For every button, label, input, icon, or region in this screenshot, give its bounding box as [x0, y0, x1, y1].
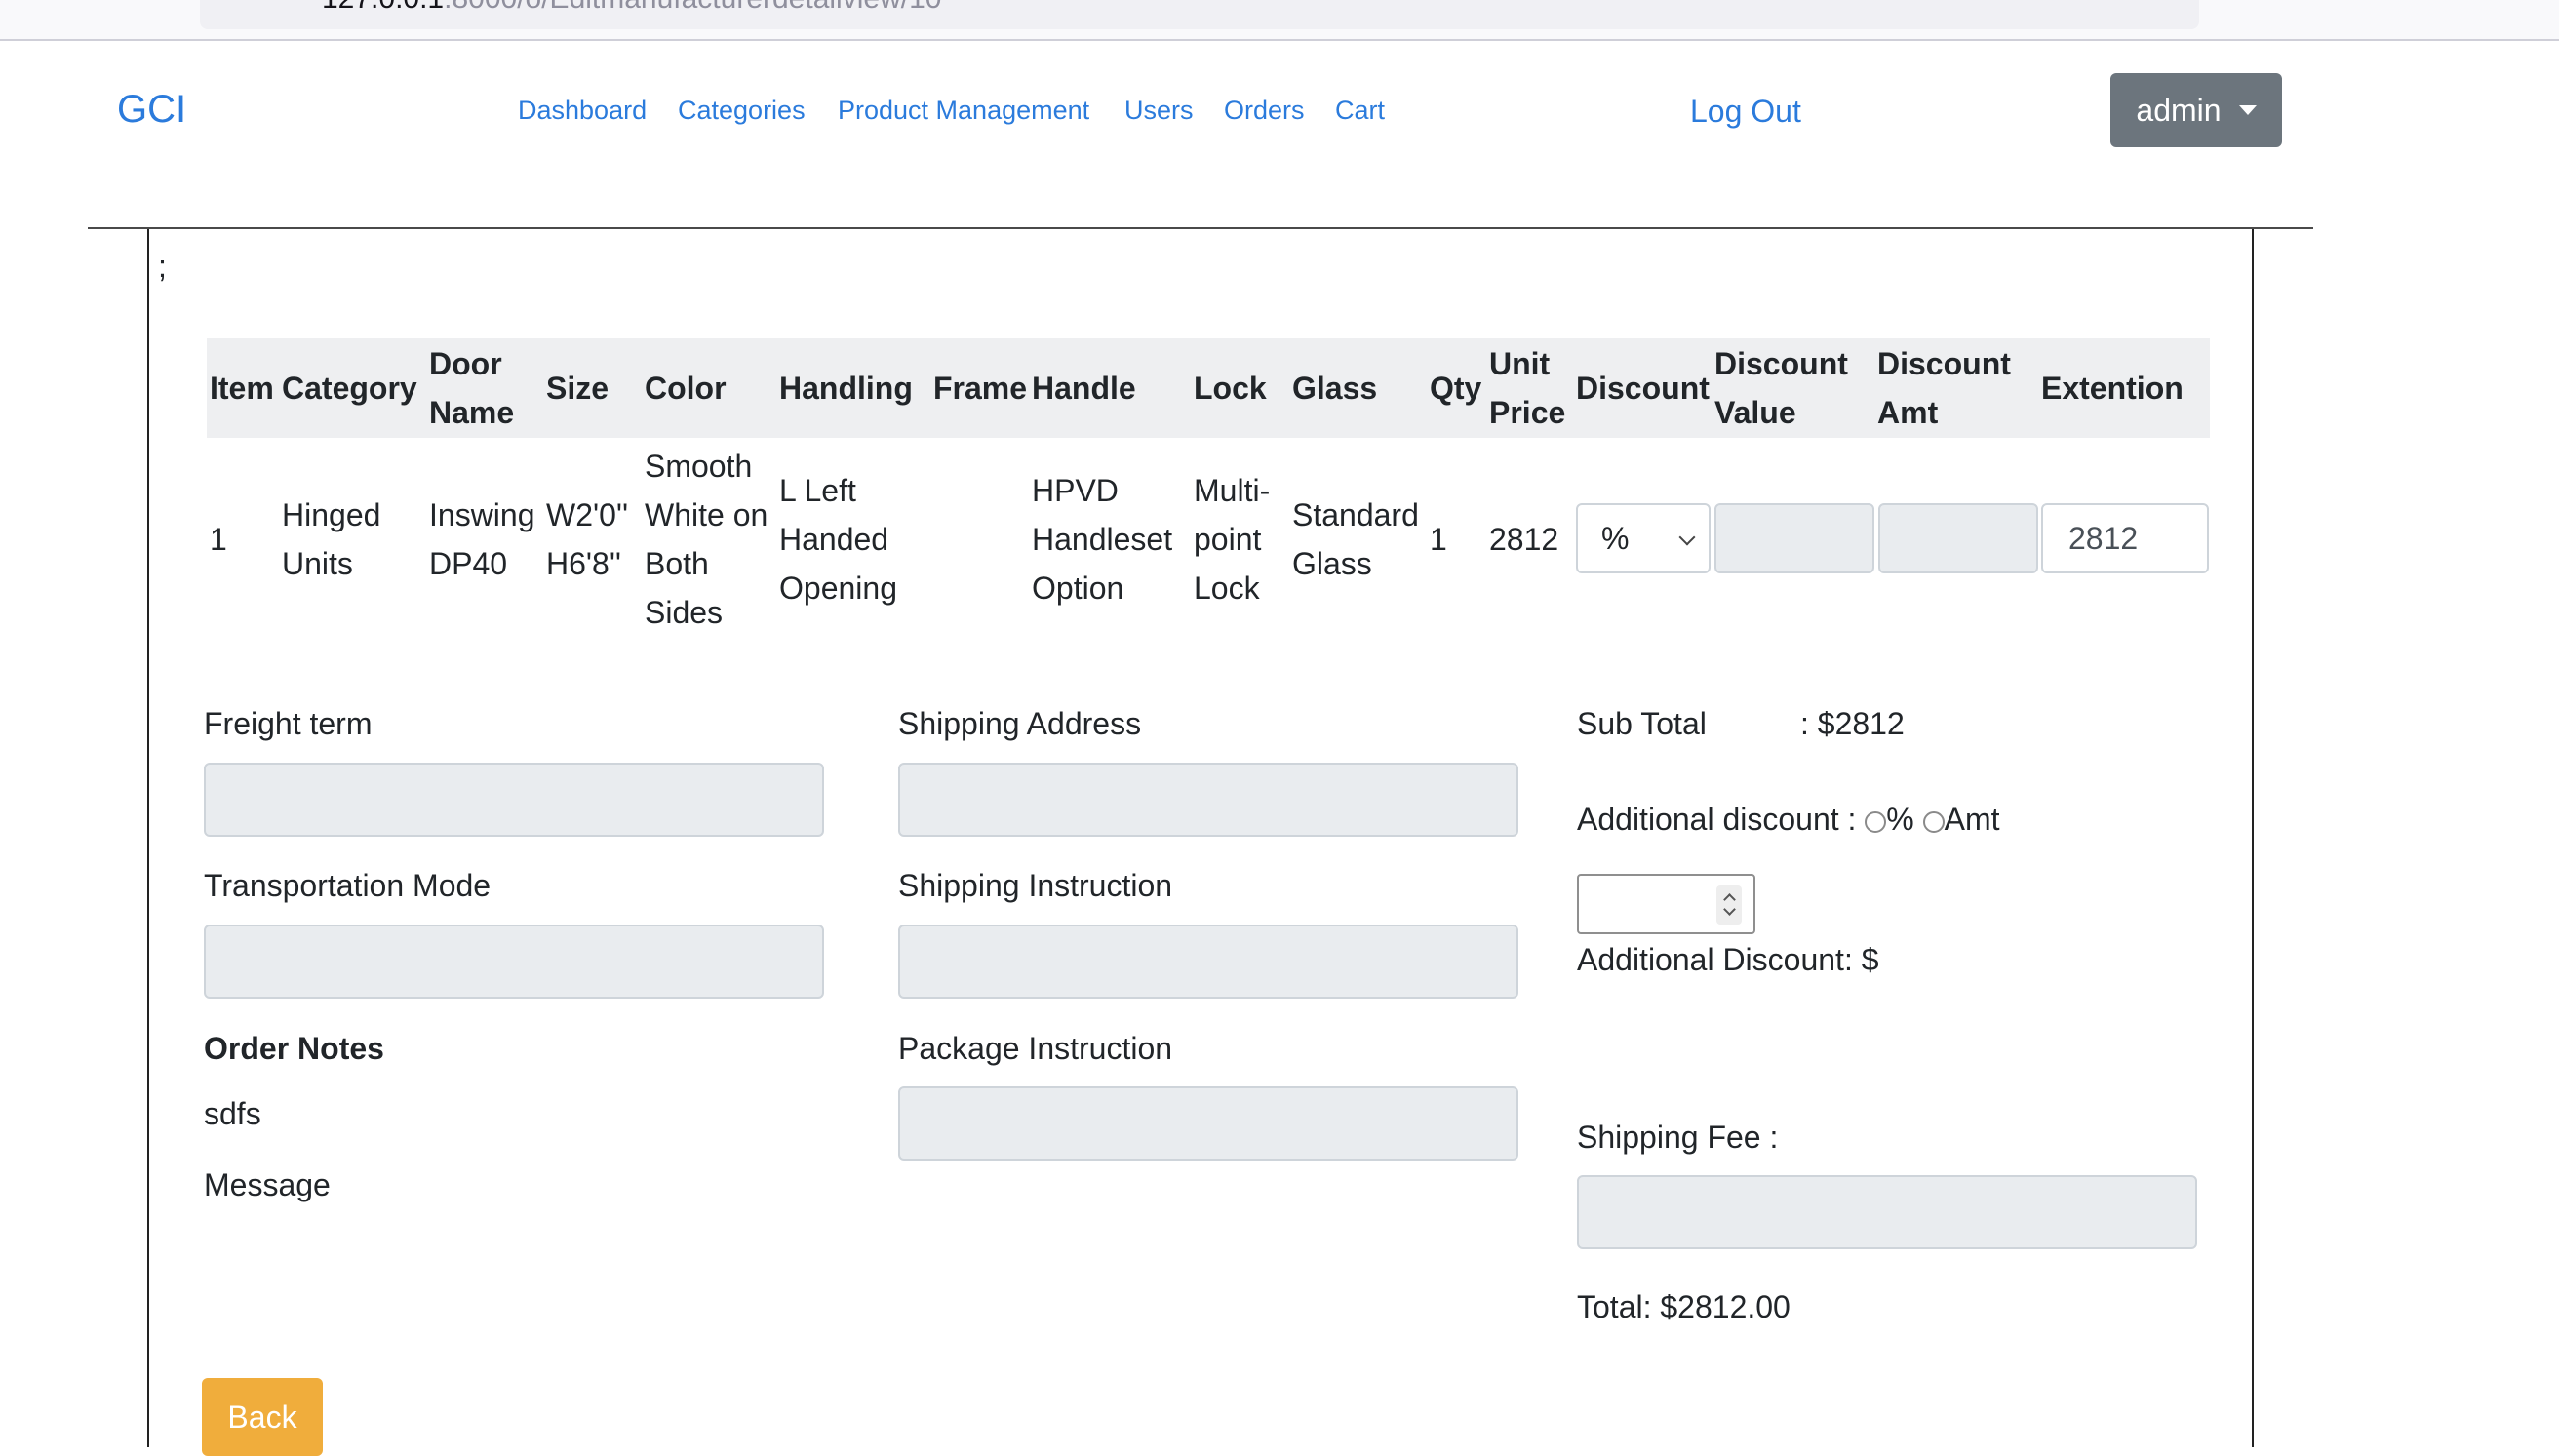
shipping-address-label: Shipping Address — [898, 706, 1142, 741]
cell-door-name: Inswing DP40 — [429, 497, 535, 581]
additional-discount-row: Additional discount : % Amt — [1577, 802, 2000, 838]
shipping-address-field[interactable] — [898, 763, 1518, 837]
additional-discount-label: Additional discount : — [1577, 802, 1857, 837]
nav-link-product-management[interactable]: Product Management — [838, 96, 1089, 126]
shipping-fee-field[interactable] — [1577, 1175, 2197, 1249]
extention-value: 2812 — [2068, 520, 2139, 556]
total-label: Total: $2812.00 — [1577, 1289, 1791, 1324]
discount-amt-input[interactable] — [1878, 503, 2038, 573]
cell-lock: Multi-point Lock — [1194, 473, 1271, 606]
content-border-right — [2252, 229, 2254, 1447]
order-notes-label: Order Notes — [204, 1031, 384, 1066]
chevron-down-icon — [1723, 903, 1736, 916]
cell-category: Hinged Units — [282, 497, 381, 581]
th-size: Size — [546, 371, 610, 406]
logout-link[interactable]: Log Out — [1690, 94, 1801, 130]
cell-handle: HPVD Handleset Option — [1032, 473, 1173, 606]
th-lock: Lock — [1194, 371, 1267, 406]
th-discount-value: Discount Value — [1714, 346, 1848, 430]
radio-percent-label: % — [1886, 802, 1914, 837]
nav-link-categories[interactable]: Categories — [678, 96, 806, 126]
back-button[interactable]: Back — [202, 1378, 323, 1456]
order-notes-value: sdfs — [204, 1096, 261, 1131]
cell-item: 1 — [210, 522, 227, 557]
th-discount-amt: Discount Amt — [1877, 346, 2011, 430]
th-color: Color — [645, 371, 727, 406]
sub-total-value: : $2812 — [1800, 706, 1905, 741]
chevron-down-icon — [1678, 529, 1696, 546]
freight-term-label: Freight term — [204, 706, 373, 741]
freight-term-field[interactable] — [204, 763, 824, 837]
header-divider — [88, 227, 2313, 229]
caret-down-icon — [2238, 105, 2257, 115]
radio-percent[interactable] — [1865, 811, 1887, 833]
package-instruction-field[interactable] — [898, 1086, 1518, 1161]
transportation-mode-label: Transportation Mode — [204, 868, 492, 903]
stray-text: ; — [158, 249, 167, 284]
cell-size: W2'0'' H6'8'' — [546, 497, 629, 581]
th-discount: Discount — [1576, 371, 1710, 406]
nav-link-users[interactable]: Users — [1124, 96, 1194, 126]
admin-dropdown-button[interactable]: admin — [2110, 73, 2282, 147]
address-bar-url[interactable]: 127.0.0.1:8000/o/Editmanufacturerdetailv… — [322, 0, 941, 16]
th-door-name: Door Name — [429, 346, 515, 430]
cell-qty: 1 — [1430, 522, 1447, 557]
nav-link-dashboard[interactable]: Dashboard — [518, 96, 647, 126]
shipping-instruction-label: Shipping Instruction — [898, 868, 1173, 903]
admin-dropdown-label: admin — [2136, 92, 2222, 128]
content-border-left — [147, 229, 149, 1447]
brand-logo[interactable]: GCI — [117, 88, 186, 132]
discount-value-input[interactable] — [1714, 503, 1874, 573]
sub-total-label: Sub Total — [1577, 706, 1707, 741]
nav-link-cart[interactable]: Cart — [1335, 96, 1385, 126]
transportation-mode-field[interactable] — [204, 925, 824, 999]
th-handling: Handling — [779, 371, 913, 406]
radio-amt-label: Amt — [1944, 802, 2000, 837]
th-qty: Qty — [1430, 371, 1482, 406]
cell-glass: Standard Glass — [1292, 497, 1419, 581]
cell-handling: L Left Handed Opening — [779, 473, 897, 606]
additional-discount-result: Additional Discount: $ — [1577, 942, 1879, 977]
cell-color: Smooth White on Both Sides — [645, 449, 768, 630]
discount-type-select[interactable]: % — [1576, 503, 1711, 573]
th-extention: Extention — [2041, 371, 2184, 406]
th-handle: Handle — [1032, 371, 1136, 406]
th-category: Category — [282, 371, 417, 406]
additional-discount-input[interactable] — [1577, 874, 1755, 934]
th-frame: Frame — [933, 371, 1028, 406]
nav-link-orders[interactable]: Orders — [1224, 96, 1305, 126]
shipping-instruction-field[interactable] — [898, 925, 1518, 999]
th-unit-price: Unit Price — [1489, 346, 1566, 430]
th-item: Item — [210, 371, 274, 406]
discount-type-value: % — [1601, 520, 1630, 556]
shipping-fee-label: Shipping Fee : — [1577, 1120, 1779, 1155]
number-spinner[interactable] — [1716, 885, 1742, 925]
radio-amt[interactable] — [1922, 811, 1945, 833]
th-glass: Glass — [1292, 371, 1378, 406]
message-label: Message — [204, 1167, 331, 1202]
package-instruction-label: Package Instruction — [898, 1031, 1173, 1066]
cell-unit-price: 2812 — [1489, 522, 1559, 557]
extention-input[interactable]: 2812 — [2041, 503, 2209, 573]
